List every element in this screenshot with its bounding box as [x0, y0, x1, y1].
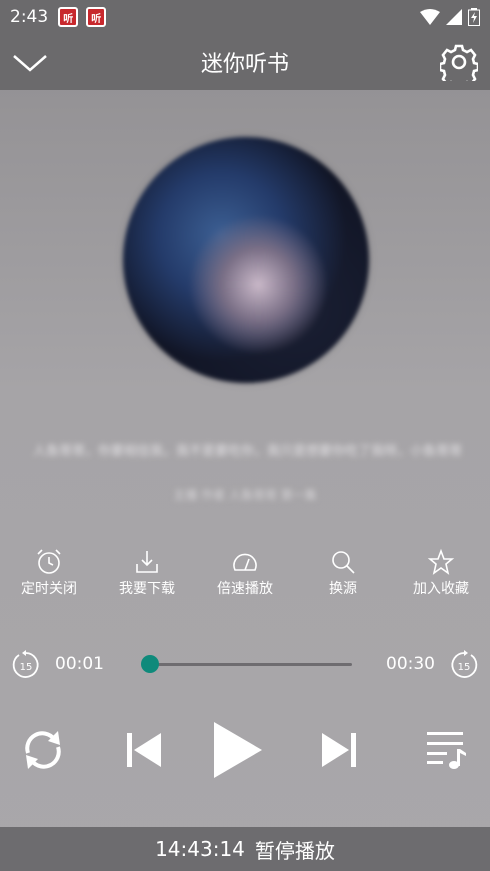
- battery-icon: [468, 8, 480, 26]
- change-source-label: 换源: [329, 581, 357, 597]
- download-button[interactable]: 我要下载: [98, 548, 196, 598]
- current-time: 00:01: [55, 654, 104, 674]
- playlist-music-icon[interactable]: [424, 727, 468, 771]
- page-title: 迷你听书: [200, 52, 289, 77]
- action-bar: 定时关闭 我要下载 倍速播放 换源 加入收藏: [0, 548, 490, 598]
- footer-status: 暂停播放: [254, 838, 335, 863]
- search-icon: [332, 551, 355, 574]
- star-icon: [427, 548, 455, 575]
- repeat-icon[interactable]: [20, 727, 66, 773]
- status-icons: [420, 8, 480, 26]
- notification-app-icon: 听: [58, 7, 79, 27]
- rewind-seconds: 15: [20, 662, 33, 673]
- status-time: 2:43: [10, 7, 49, 27]
- download-label: 我要下载: [119, 581, 175, 597]
- favorite-label: 加入收藏: [413, 581, 469, 597]
- gear-icon[interactable]: [440, 43, 478, 81]
- rewind-15-icon[interactable]: 15: [11, 650, 41, 680]
- app-header: 迷你听书: [0, 34, 490, 90]
- forward-15-icon[interactable]: 15: [449, 650, 479, 680]
- play-icon[interactable]: [212, 720, 264, 780]
- album-cover: [123, 137, 369, 383]
- speedometer-icon: [233, 553, 257, 571]
- change-source-button[interactable]: 换源: [294, 548, 392, 598]
- progress-thumb[interactable]: [141, 655, 160, 673]
- forward-seconds: 15: [458, 662, 471, 673]
- skip-next-icon[interactable]: [320, 731, 358, 769]
- track-subtitle: 主播 作者 人鱼哥哥 第一集: [173, 488, 317, 502]
- progress-track[interactable]: [144, 663, 352, 666]
- download-icon: [136, 551, 158, 573]
- signal-icon: [446, 9, 462, 25]
- status-footer: 14:43:14 暂停播放: [0, 827, 490, 871]
- track-title: 人鱼哥哥，你要相信我，我不是要吃你，我只是想要你吃了我呀，小鱼哥哥: [32, 444, 462, 459]
- speed-label: 倍速播放: [217, 581, 273, 597]
- favorite-button[interactable]: 加入收藏: [392, 548, 490, 598]
- alarm-clock-icon: [37, 549, 61, 574]
- notification-app-icon: 听: [86, 7, 107, 27]
- timer-label: 定时关闭: [21, 581, 77, 597]
- progress-row: 15 00:01 00:30 15: [0, 644, 490, 684]
- total-time: 00:30: [386, 654, 435, 674]
- skip-previous-icon[interactable]: [125, 731, 163, 769]
- footer-time: 14:43:14: [155, 837, 245, 861]
- status-bar: 2:43 听 听: [0, 0, 490, 34]
- playback-controls: [0, 715, 490, 785]
- speed-button[interactable]: 倍速播放: [196, 548, 294, 598]
- chevron-down-icon[interactable]: [12, 48, 48, 78]
- timer-button[interactable]: 定时关闭: [0, 548, 98, 598]
- wifi-icon: [420, 9, 440, 25]
